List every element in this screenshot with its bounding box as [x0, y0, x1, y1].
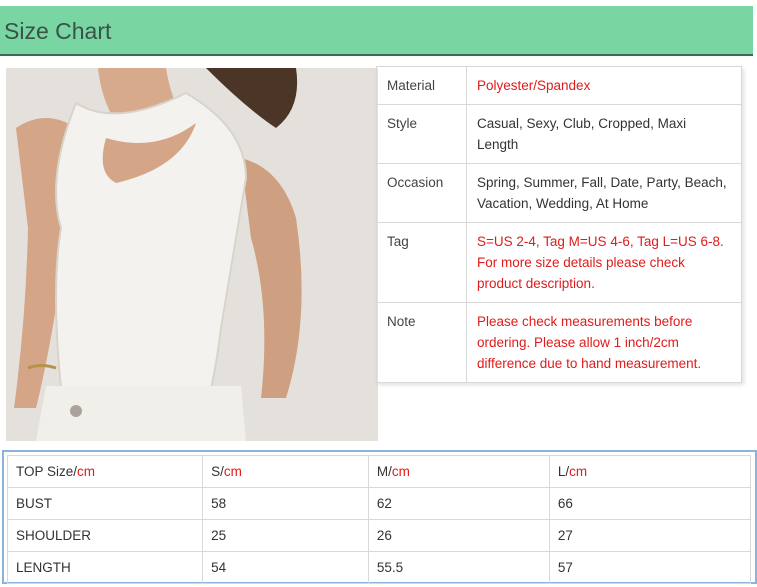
measurement-name: SHOULDER — [6, 519, 204, 552]
info-row-occasion: Occasion Spring, Summer, Fall, Date, Part… — [376, 163, 742, 223]
info-key: Material — [376, 66, 467, 105]
measurement-value: 58 — [202, 487, 369, 520]
info-key: Tag — [376, 222, 467, 303]
header-unit: cm — [569, 464, 588, 479]
info-key: Note — [376, 302, 467, 383]
measurement-value: 26 — [367, 519, 550, 552]
size-table-header-cell: L/cm — [548, 455, 752, 488]
measurement-value: 57 — [548, 551, 752, 584]
measurement-value: 66 — [548, 487, 752, 520]
info-row-style: Style Casual, Sexy, Club, Cropped, Maxi L… — [376, 104, 742, 164]
info-value: Please check measurements before orderin… — [466, 302, 742, 383]
measurement-value: 62 — [367, 487, 550, 520]
header-unit: cm — [77, 464, 96, 479]
measurement-value: 27 — [548, 519, 752, 552]
measurement-value: 25 — [202, 519, 369, 552]
size-table: TOP Size/cm S/cm M/cm L/cm BUST 58 62 66 SHOULDE… — [6, 455, 752, 584]
header-label: S/ — [211, 464, 224, 479]
table-row: SHOULDER 25 26 27 — [6, 519, 752, 552]
size-table-header-cell: S/cm — [202, 455, 369, 488]
measurement-name: LENGTH — [6, 551, 204, 584]
measurement-value: 54 — [202, 551, 369, 584]
info-value: Polyester/Spandex — [466, 66, 742, 105]
table-row: BUST 58 62 66 — [6, 487, 752, 520]
header-label: M/ — [376, 464, 392, 479]
info-key: Occasion — [376, 163, 467, 223]
info-value: Spring, Summer, Fall, Date, Party, Beach… — [466, 163, 742, 223]
size-table-header-cell: M/cm — [367, 455, 550, 488]
header-label: TOP Size/ — [16, 464, 78, 479]
info-value: Casual, Sexy, Club, Cropped, Maxi Length — [466, 104, 742, 164]
header-unit: cm — [391, 464, 410, 479]
measurement-name: BUST — [6, 487, 204, 520]
size-table-header-row: TOP Size/cm S/cm M/cm L/cm — [6, 455, 752, 488]
header-unit: cm — [223, 464, 242, 479]
info-value: S=US 2-4, Tag M=US 4-6, Tag L=US 6-8. Fo… — [466, 222, 742, 303]
table-row: LENGTH 54 55.5 57 — [6, 551, 752, 584]
product-photo — [6, 68, 378, 441]
info-row-material: Material Polyester/Spandex — [376, 66, 742, 105]
tank-top-illustration — [6, 68, 378, 441]
page-title: Size Chart — [4, 18, 112, 44]
size-table-header-cell: TOP Size/cm — [6, 455, 204, 488]
size-table-frame: TOP Size/cm S/cm M/cm L/cm BUST 58 62 66 SHOULDE… — [2, 450, 757, 584]
product-info-table: Material Polyester/Spandex Style Casual, Se… — [376, 66, 742, 383]
size-chart-header: Size Chart — [0, 6, 753, 56]
info-key: Style — [376, 104, 467, 164]
info-row-note: Note Please check measurements before ord… — [376, 302, 742, 383]
measurement-value: 55.5 — [367, 551, 550, 584]
header-label: L/ — [557, 464, 570, 479]
info-row-tag: Tag S=US 2-4, Tag M=US 4-6, Tag L=US 6-8.… — [376, 222, 742, 303]
